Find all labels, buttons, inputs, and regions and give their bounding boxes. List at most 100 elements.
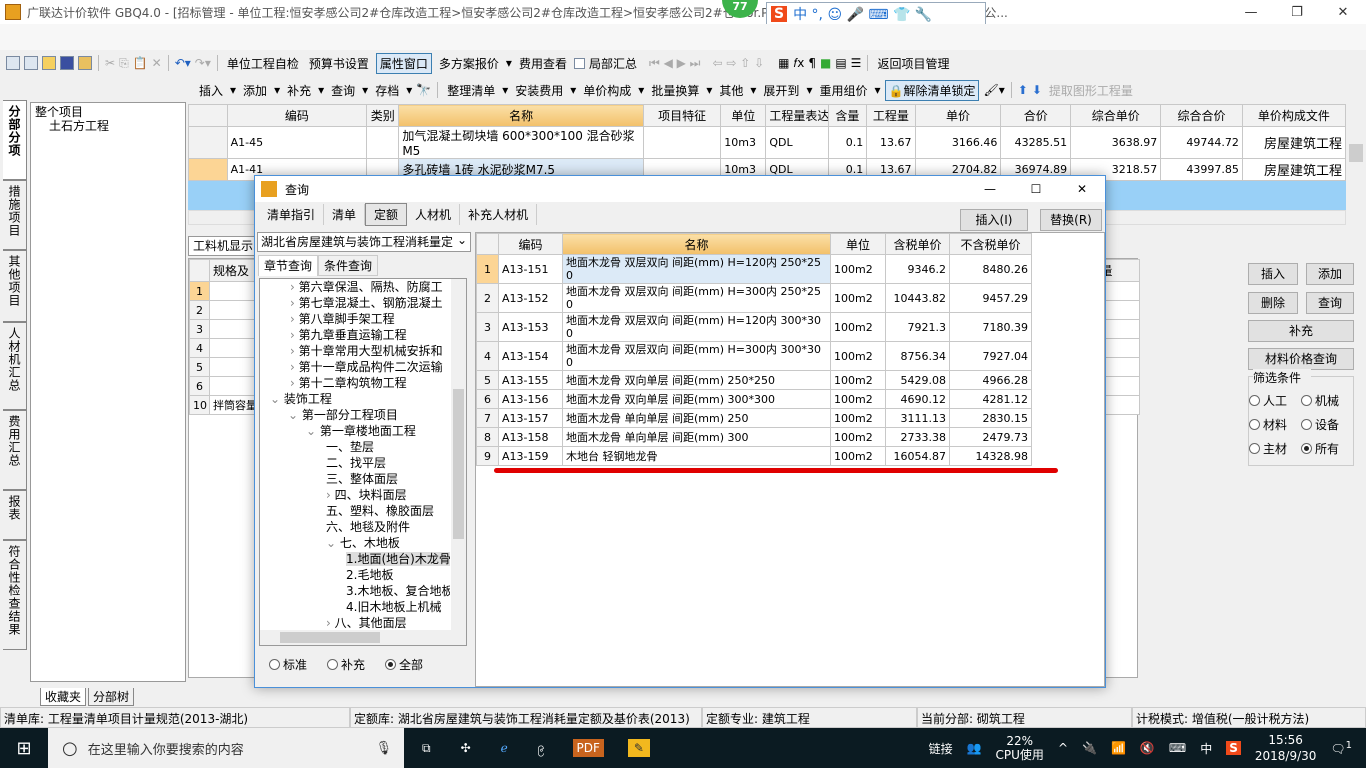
tab-chapter-query[interactable]: 章节查询 — [258, 255, 319, 276]
nav-first-icon[interactable]: ⏮ ◀ ▶ ⏭ — [649, 56, 701, 71]
chevron-right-icon[interactable]: › — [290, 360, 299, 374]
lower-hscrollbar[interactable] — [188, 688, 1348, 704]
mute-icon[interactable]: 🔇 — [1140, 741, 1155, 755]
paste-icon[interactable]: 📋 — [133, 56, 148, 70]
cell[interactable]: 7180.39 — [949, 312, 1032, 342]
chapter-tree-item[interactable]: 4.旧木地板上机械 — [260, 599, 450, 615]
cell[interactable]: 100m2 — [830, 312, 886, 342]
column-header[interactable]: 编码 — [226, 104, 368, 127]
chapter-tree-item[interactable]: 1.地面(地台)木龙骨 — [260, 551, 450, 567]
cell[interactable]: A13-157 — [498, 408, 563, 428]
chapter-tree-item[interactable]: 六、地毯及附件 — [260, 519, 450, 535]
library-dropdown[interactable]: 湖北省房屋建筑与装饰工程消耗量定 ⌄ — [257, 232, 471, 252]
ie-icon[interactable]: ℯ — [501, 741, 508, 755]
chapter-tree-item[interactable]: › 第十章常用大型机械安拆和 — [260, 343, 450, 359]
cell[interactable]: 0.1 — [827, 126, 868, 159]
cell[interactable]: 100m2 — [830, 408, 886, 428]
cell[interactable]: 4966.28 — [949, 370, 1032, 390]
cell[interactable]: 地面木龙骨 双层双向 间距(mm) H=120内 300*300 — [562, 312, 831, 342]
cell[interactable]: 房屋建筑工程 — [1241, 158, 1346, 181]
cell[interactable]: 地面木龙骨 双层双向 间距(mm) H=300内 300*300 — [562, 341, 831, 371]
swirl-app-icon[interactable]: ၉ — [538, 739, 545, 757]
quota-row[interactable]: 9 A13-159 木地台 轻钢地龙骨 100m2 16054.87 14328.98 — [476, 446, 1032, 466]
cell[interactable]: 100m2 — [830, 283, 886, 313]
cell[interactable]: 10m3 — [720, 126, 767, 159]
column-header[interactable]: 不含税单价 — [949, 233, 1032, 255]
cell[interactable]: 14328.98 — [949, 446, 1032, 466]
folder-icon[interactable] — [78, 56, 92, 70]
tray-chevron-icon[interactable]: ^ — [1058, 741, 1068, 755]
cell[interactable]: 定 — [366, 126, 400, 159]
scope-radio-2[interactable]: 全部 — [385, 656, 423, 673]
chapter-tree-item[interactable]: › 第九章垂直运输工程 — [260, 327, 450, 343]
cell[interactable]: A13-151 — [498, 254, 563, 284]
tree-item[interactable]: 土石方工程 — [35, 119, 181, 133]
chevron-right-icon[interactable]: › — [326, 616, 335, 630]
wifi-icon[interactable]: 📶 — [1111, 741, 1126, 755]
column-header[interactable]: 单位 — [830, 233, 886, 255]
column-header[interactable]: 综合单价 — [1070, 104, 1162, 127]
notification-icon[interactable]: 🗨1 — [1330, 740, 1352, 756]
column-header[interactable]: 编码 — [498, 233, 563, 255]
chapter-tree-item[interactable]: 二、找平层 — [260, 455, 450, 471]
print-icon[interactable]: ▤ — [835, 56, 846, 70]
chapter-tree-item[interactable]: › 八、其他面层 — [260, 615, 450, 631]
cell[interactable]: 16054.87 — [885, 446, 950, 466]
filter-radio-1[interactable]: 机械 — [1301, 392, 1353, 409]
partial-summary-checkbox[interactable] — [573, 57, 585, 69]
dialog-close-button[interactable]: ✕ — [1059, 182, 1105, 196]
unlock-list-button[interactable]: 🔒解除清单锁定 — [884, 79, 980, 101]
cell[interactable]: 地面木龙骨 单向单层 间距(mm) 250 — [562, 408, 831, 428]
cell[interactable]: 100m2 — [830, 389, 886, 409]
pdf-app-icon[interactable]: PDF — [572, 739, 604, 757]
dialog-tab[interactable]: 人材机 — [407, 203, 461, 225]
chapter-tree-item[interactable]: ⌄ 七、木地板 — [260, 535, 450, 551]
cell[interactable]: 木地台 轻钢地龙骨 — [562, 446, 831, 466]
tree-vscrollbar[interactable] — [451, 279, 466, 631]
cut-icon[interactable]: ✂ — [105, 56, 115, 70]
filter-radio-0[interactable]: 人工 — [1249, 392, 1301, 409]
query-menu[interactable]: 查询 — [328, 81, 358, 100]
cell[interactable]: A1-45 — [226, 126, 368, 159]
filter-radio-2[interactable]: 材料 — [1249, 416, 1301, 433]
column-header[interactable]: 含税单价 — [885, 233, 950, 255]
cell[interactable]: 3111.13 — [885, 408, 950, 428]
cell[interactable]: 地面木龙骨 双向单层 间距(mm) 300*300 — [562, 389, 831, 409]
cpu-meter[interactable]: 22% CPU使用 — [996, 734, 1044, 762]
self-check-button[interactable]: 单位工程自检 — [224, 54, 302, 73]
cell[interactable]: 房屋建筑工程 — [1241, 126, 1346, 159]
dialog-minimize-button[interactable]: — — [967, 182, 1013, 196]
side-delete-button[interactable]: 删除 — [1248, 292, 1298, 314]
cell[interactable]: 7921.3 — [885, 312, 950, 342]
chevron-right-icon[interactable]: › — [290, 280, 299, 294]
cell[interactable]: 100m2 — [830, 370, 886, 390]
cell[interactable]: 2830.15 — [949, 408, 1032, 428]
task-view-icon[interactable]: ⧉ — [422, 741, 431, 756]
cell[interactable]: QDL — [765, 126, 829, 159]
unit-price-menu[interactable]: 单价构成 — [580, 81, 634, 100]
filter-radio-3[interactable]: 设备 — [1301, 416, 1353, 433]
cell[interactable]: A13-155 — [498, 370, 563, 390]
quota-row[interactable]: 5 A13-155 地面木龙骨 双向单层 间距(mm) 250*250 100m2 54… — [476, 370, 1032, 390]
power-icon[interactable]: 🔌 — [1082, 741, 1097, 755]
quota-row[interactable]: 4 A13-154 地面木龙骨 双层双向 间距(mm) H=300内 300*300… — [476, 341, 1032, 371]
vtab-fee-summary[interactable]: 费用汇总 — [3, 410, 27, 490]
cell[interactable]: A13-159 — [498, 446, 563, 466]
vtab-fbfx[interactable]: 分部分项 — [3, 100, 27, 180]
material-price-query-button[interactable]: 材料价格查询 — [1248, 348, 1354, 370]
property-window-button[interactable]: 属性窗口 — [375, 52, 432, 74]
quota-row[interactable]: 8 A13-158 地面木龙骨 单向单层 间距(mm) 300 100m2 2733.3… — [476, 427, 1032, 447]
chapter-tree-item[interactable]: 五、塑料、橡胶面层 — [260, 503, 450, 519]
undo-icon[interactable]: ↶▾ — [175, 56, 191, 70]
redo-icon[interactable]: ↷▾ — [195, 56, 211, 70]
chapter-tree-item[interactable]: › 第六章保温、隔热、防腐工 — [260, 279, 450, 295]
chapter-tree-item[interactable]: ⌄ 第一章楼地面工程 — [260, 423, 450, 439]
cell[interactable]: 3638.97 — [1070, 126, 1162, 159]
cell[interactable]: 43285.51 — [1000, 126, 1072, 159]
cell[interactable]: 地面木龙骨 双向单层 间距(mm) 250*250 — [562, 370, 831, 390]
chapter-tree-item[interactable]: ⌄ 第一部分工程项目 — [260, 407, 450, 423]
cell[interactable]: A13-153 — [498, 312, 563, 342]
dialog-tab[interactable]: 补充人材机 — [460, 203, 538, 225]
replace-button[interactable]: 替换(R) — [1040, 209, 1102, 231]
return-project-button[interactable]: 返回项目管理 — [874, 54, 952, 73]
